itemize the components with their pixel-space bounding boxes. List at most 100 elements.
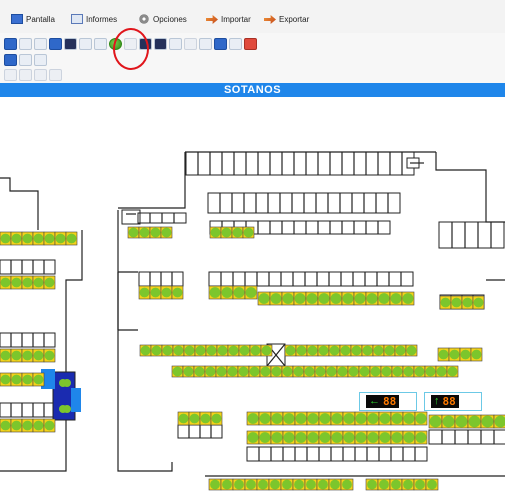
free-spot-indicator [33,350,44,361]
settings-icon[interactable] [19,54,32,66]
free-spot-indicator [406,345,417,356]
align-left-icon[interactable] [4,69,17,81]
free-spot-indicator [250,345,261,356]
align-center-icon[interactable] [19,69,32,81]
free-spot-indicator [447,366,458,377]
gear-icon [138,14,150,24]
free-spot-indicator [271,413,283,424]
image-icon[interactable] [19,38,32,50]
free-spot-indicator [260,366,271,377]
top-stall-row [185,151,415,176]
free-spot-indicator [481,415,494,428]
toolbar-row-3 [4,69,62,81]
availability-sign-left: ← 88 [359,392,417,411]
free-spot-indicator [415,479,425,490]
map-icon[interactable] [4,54,17,66]
free-spot-indicator [172,366,183,377]
free-spot-indicator [216,366,227,377]
wall [117,210,173,472]
menu-label: Pantalla [26,14,55,24]
wall [0,177,39,230]
free-spot-indicator [22,277,33,288]
free-spot-indicator [307,413,319,424]
menu-item-opciones[interactable]: Opciones [138,14,187,24]
free-spot-indicator [367,479,377,490]
highlight-circle [113,28,149,70]
chart-icon[interactable] [199,38,212,50]
align-grid-icon[interactable] [49,69,62,81]
free-spot-indicator [348,366,359,377]
stall-row [0,402,56,418]
tools-icon[interactable] [214,38,227,50]
free-spot-indicator [403,413,415,424]
elevator-icon [121,209,141,225]
free-spot-indicator [415,432,427,443]
free-spot-indicator [211,413,222,424]
free-spot-indicator [270,479,280,490]
free-spot-indicator [63,379,71,387]
free-spot-indicator [0,277,11,288]
free-spot-indicator [150,287,161,298]
edit-icon[interactable] [34,38,47,50]
free-spot-indicator [318,293,330,304]
save-icon[interactable] [4,38,17,50]
free-spot-indicator [304,366,315,377]
free-spot-indicator [247,432,259,443]
free-spot-indicator [318,345,329,356]
free-spot-indicator [462,297,473,308]
menu-item-informes[interactable]: Informes [71,14,117,24]
free-spot-indicator [351,345,362,356]
menu-item-importar[interactable]: Importar [206,14,251,24]
free-spot-indicator [395,345,406,356]
lift-door [71,388,81,412]
free-spot-indicator [173,345,184,356]
free-spot-indicator [210,479,220,490]
align-right-icon[interactable] [34,69,47,81]
free-count-display: 88 [442,395,456,408]
free-spot-indicator [246,479,256,490]
free-spot-indicator [128,227,139,238]
menu-item-exportar[interactable]: Exportar [264,14,309,24]
free-spot-indicator [151,345,162,356]
free-spot-indicator [66,233,77,244]
window-icon[interactable] [184,38,197,50]
layers-icon[interactable] [49,38,62,50]
menu-item-pantalla[interactable]: Pantalla [11,14,55,24]
free-spot-indicator [282,366,293,377]
back-icon[interactable] [94,38,107,50]
free-spot-indicator [367,432,379,443]
import-icon [206,15,218,24]
free-count-display: 88 [383,395,397,408]
free-spot-indicator [261,345,272,356]
free-spot-indicator [178,413,189,424]
free-spot-indicator [285,345,296,356]
free-spot-indicator [222,479,232,490]
free-spot-indicator [460,349,471,360]
free-spot-indicator [295,413,307,424]
link-icon[interactable] [34,54,47,66]
free-spot-indicator [451,297,462,308]
print-icon[interactable] [79,38,92,50]
free-spot-indicator [282,293,294,304]
free-spot-indicator [343,432,355,443]
undo-icon[interactable] [169,38,182,50]
free-spot-indicator [343,413,355,424]
free-spot-indicator [340,345,351,356]
display-icon[interactable] [154,38,167,50]
free-spot-indicator [33,233,44,244]
free-spot-indicator [63,405,71,413]
free-spot-indicator [342,293,354,304]
close-icon[interactable] [244,38,257,50]
free-spot-indicator [378,293,390,304]
free-spot-indicator [295,432,307,443]
free-spot-indicator [232,227,243,238]
free-spot-indicator [55,233,66,244]
free-spot-indicator [172,287,183,298]
free-spot-indicator [0,350,11,361]
print-icon[interactable] [229,38,242,50]
free-spot-indicator [436,366,447,377]
menu-label: Importar [221,14,251,24]
free-spot-indicator [283,432,295,443]
free-spot-indicator [425,366,436,377]
monitor-icon[interactable] [64,38,77,50]
